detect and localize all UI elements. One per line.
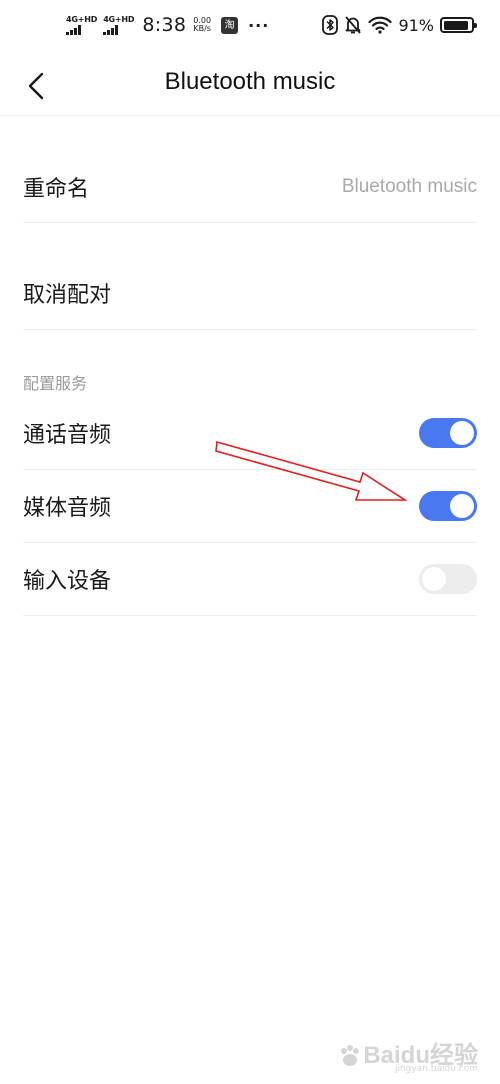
status-left: 4G+HD 4G+HD 8:38 0.00 KB/s 淘 ··· (66, 14, 269, 36)
divider (23, 542, 477, 543)
service-row-input-device: 输入设备 (23, 553, 477, 605)
speed-unit: KB/s (193, 24, 211, 33)
rename-label: 重命名 (23, 177, 90, 202)
rename-value: Bluetooth music (341, 176, 477, 197)
rename-row[interactable]: 重命名 Bluetooth music (23, 160, 477, 214)
battery-icon (440, 17, 477, 33)
service-label: 媒体音频 (23, 496, 112, 521)
toggle-knob (422, 567, 446, 591)
input-device-toggle[interactable] (419, 564, 477, 594)
unpair-row[interactable]: 取消配对 (23, 266, 477, 320)
baidu-watermark: Baidu经验 jingyan.baidu.com (337, 1035, 478, 1074)
unpair-label: 取消配对 (23, 283, 112, 308)
mute-bell-icon (345, 16, 362, 34)
divider (23, 615, 477, 616)
app-header: Bluetooth music (0, 56, 500, 116)
taobao-notification-icon: 淘 (221, 16, 239, 34)
watermark-sub: jingyan.baidu.com (394, 1064, 478, 1074)
call-audio-toggle[interactable] (419, 418, 477, 448)
battery-fill (443, 20, 469, 30)
wifi-icon (368, 16, 393, 34)
divider (23, 222, 477, 223)
signal-strength-icon: 4G+HD (103, 14, 135, 35)
section-title-services: 配置服务 (23, 374, 88, 393)
clock: 8:38 (142, 14, 187, 36)
network-speed: 0.00 KB/s (193, 17, 211, 33)
toggle-knob (450, 421, 474, 445)
divider (23, 329, 477, 330)
status-right: 91% (322, 15, 477, 35)
service-row-call-audio: 通话音频 (23, 407, 477, 459)
more-notifications-icon: ··· (248, 15, 270, 35)
status-bar: 4G+HD 4G+HD 8:38 0.00 KB/s 淘 ··· 91% (0, 0, 500, 56)
signal-strength-icon: 4G+HD (66, 14, 98, 35)
media-audio-toggle[interactable] (419, 491, 477, 521)
baidu-paw-icon (341, 1045, 360, 1066)
service-label: 输入设备 (23, 569, 112, 594)
divider (23, 469, 477, 470)
service-label: 通话音频 (23, 423, 112, 448)
service-row-media-audio: 媒体音频 (23, 480, 477, 532)
signal-label: 4G+HD (66, 14, 98, 24)
signal-label: 4G+HD (103, 14, 135, 24)
bluetooth-icon (322, 15, 339, 35)
page-title: Bluetooth music (164, 68, 336, 95)
toggle-knob (450, 494, 474, 518)
battery-percent: 91% (398, 15, 434, 35)
